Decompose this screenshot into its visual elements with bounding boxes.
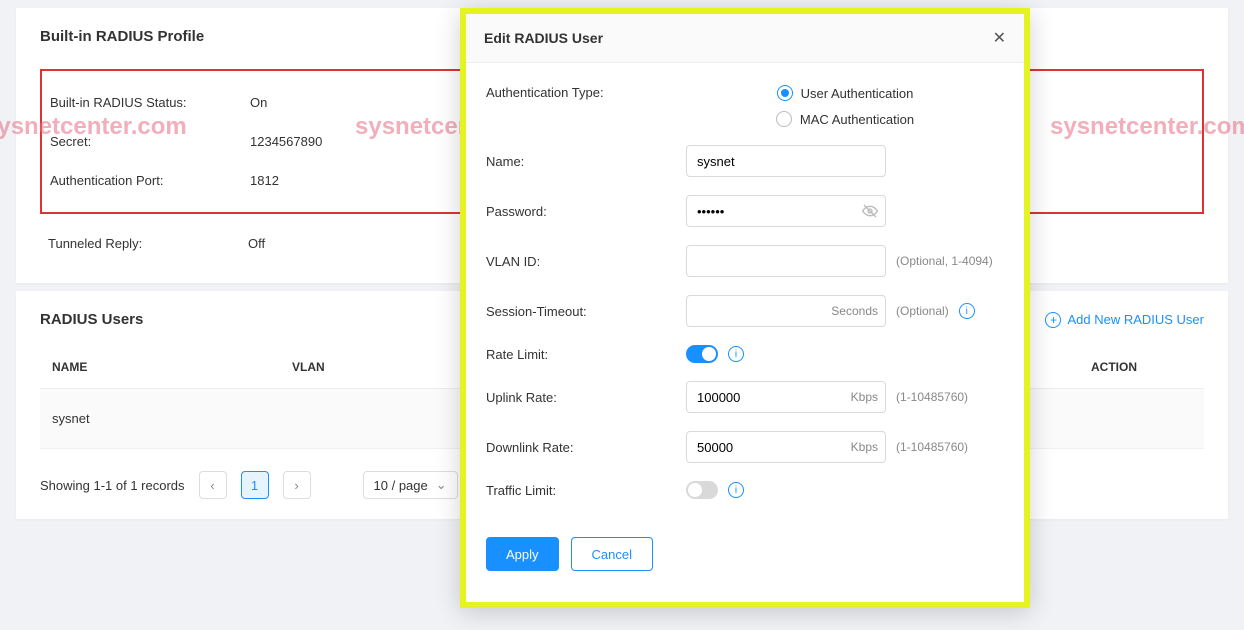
radio-mac-auth[interactable]: MAC Authentication bbox=[776, 111, 914, 127]
radio-icon bbox=[776, 111, 792, 127]
label: Secret: bbox=[50, 134, 250, 149]
vlan-hint: (Optional, 1-4094) bbox=[896, 254, 993, 268]
label-traffic-limit: Traffic Limit: bbox=[486, 483, 686, 498]
info-icon[interactable]: i bbox=[959, 303, 975, 319]
cancel-button[interactable]: Cancel bbox=[571, 537, 653, 571]
chevron-down-icon: ⌄ bbox=[436, 477, 447, 493]
page-size-select[interactable]: 10 / page ⌄ bbox=[363, 471, 458, 499]
prev-page-button[interactable]: ‹ bbox=[199, 471, 227, 499]
next-page-button[interactable]: › bbox=[283, 471, 311, 499]
value: 1812 bbox=[250, 173, 279, 188]
edit-radius-user-modal: Edit RADIUS User ✕ Authentication Type: … bbox=[460, 8, 1030, 608]
label-name: Name: bbox=[486, 154, 686, 169]
vlan-id-field[interactable] bbox=[686, 245, 886, 277]
radio-user-auth[interactable]: User Authentication bbox=[777, 85, 914, 101]
rate-limit-toggle[interactable] bbox=[686, 345, 718, 363]
radio-label: MAC Authentication bbox=[800, 112, 914, 127]
label-password: Password: bbox=[486, 204, 686, 219]
users-title: RADIUS Users bbox=[40, 311, 143, 328]
password-field[interactable] bbox=[686, 195, 886, 227]
rate-range-hint: (1-10485760) bbox=[896, 440, 968, 454]
label: Built-in RADIUS Status: bbox=[50, 95, 250, 110]
radio-label: User Authentication bbox=[801, 86, 914, 101]
modal-title: Edit RADIUS User bbox=[484, 30, 603, 46]
label-vlan-id: VLAN ID: bbox=[486, 254, 686, 269]
label: Authentication Port: bbox=[50, 173, 250, 188]
col-name: NAME bbox=[40, 346, 280, 389]
page-number-button[interactable]: 1 bbox=[241, 471, 269, 499]
label-session-timeout: Session-Timeout: bbox=[486, 304, 686, 319]
pagination-summary: Showing 1-1 of 1 records bbox=[40, 478, 185, 493]
label: Tunneled Reply: bbox=[48, 236, 248, 251]
apply-button[interactable]: Apply bbox=[486, 537, 559, 571]
value: On bbox=[250, 95, 267, 110]
name-field[interactable] bbox=[686, 145, 886, 177]
rate-range-hint: (1-10485760) bbox=[896, 390, 968, 404]
add-user-label: Add New RADIUS User bbox=[1067, 312, 1204, 327]
label-rate-limit: Rate Limit: bbox=[486, 347, 686, 362]
radio-icon bbox=[777, 85, 793, 101]
label-uplink-rate: Uplink Rate: bbox=[486, 390, 686, 405]
info-icon[interactable]: i bbox=[728, 482, 744, 498]
cell-name: sysnet bbox=[40, 389, 280, 449]
session-hint: (Optional) bbox=[896, 304, 949, 318]
unit-kbps: Kbps bbox=[851, 431, 878, 463]
toggle-password-visibility[interactable] bbox=[862, 195, 878, 227]
close-button[interactable]: ✕ bbox=[993, 28, 1006, 48]
plus-icon: + bbox=[1045, 312, 1061, 328]
unit-seconds: Seconds bbox=[831, 295, 878, 327]
col-action: ACTION bbox=[1024, 346, 1204, 389]
value: 1234567890 bbox=[250, 134, 322, 149]
add-radius-user-button[interactable]: + Add New RADIUS User bbox=[1045, 312, 1204, 328]
unit-kbps: Kbps bbox=[851, 381, 878, 413]
traffic-limit-toggle[interactable] bbox=[686, 481, 718, 499]
close-icon: ✕ bbox=[993, 30, 1006, 47]
eye-off-icon bbox=[862, 203, 878, 219]
value: Off bbox=[248, 236, 265, 251]
label-auth-type: Authentication Type: bbox=[486, 85, 686, 100]
info-icon[interactable]: i bbox=[728, 346, 744, 362]
page-size-value: 10 / page bbox=[374, 478, 428, 493]
label-downlink-rate: Downlink Rate: bbox=[486, 440, 686, 455]
